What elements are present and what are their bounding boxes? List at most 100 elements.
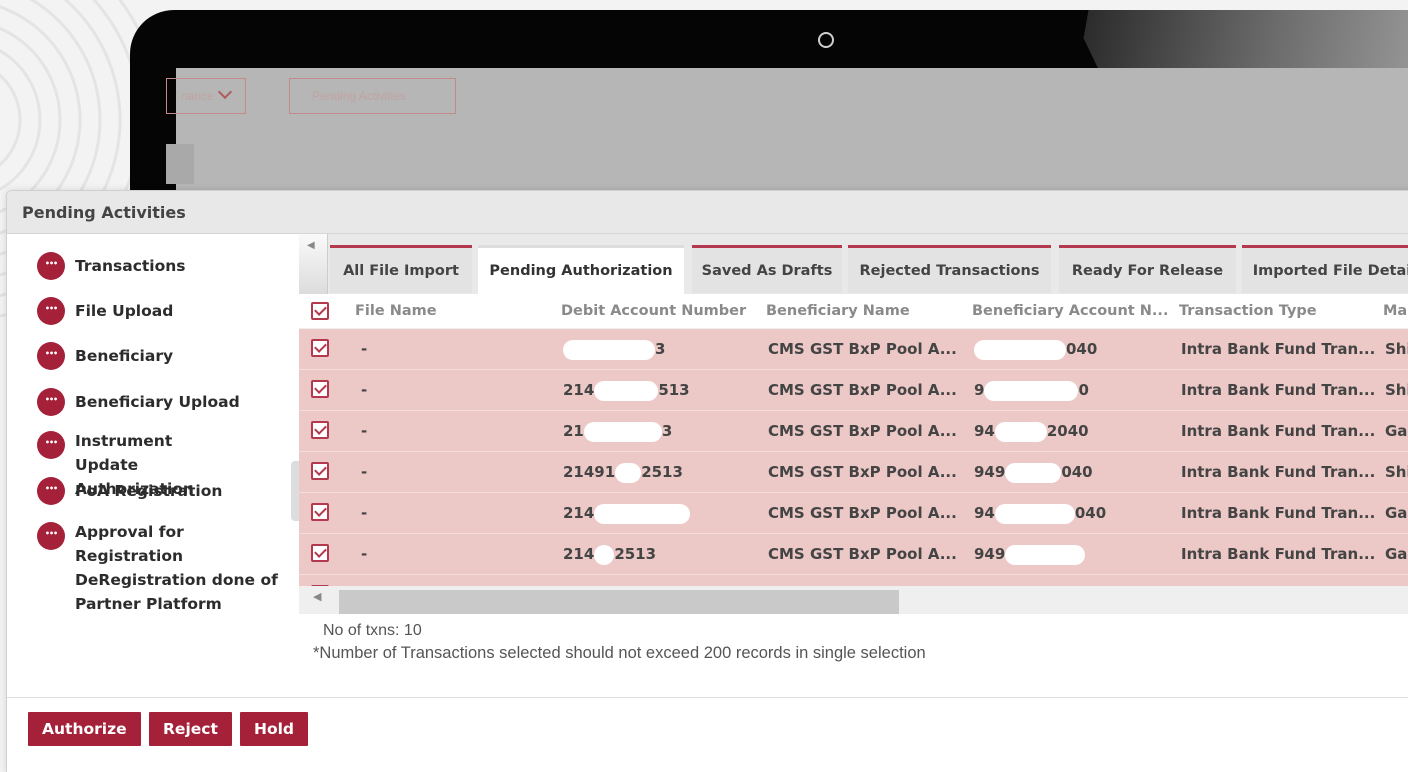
- transaction-type-cell: Intra Bank Fund Tran...: [1181, 545, 1376, 563]
- pending-activities-button[interactable]: Pending Activities: [289, 78, 456, 114]
- redaction-mask: [594, 380, 659, 401]
- beneficiary-account-cell: 949: [974, 534, 1086, 574]
- tab-rejected-transactions[interactable]: Rejected Transactions: [848, 245, 1051, 293]
- table-row[interactable]: - 214 2513 CMS GST BxP Pool A... 949 Intr…: [299, 534, 1408, 575]
- table-row[interactable]: - 21 3 CMS GST BxP Pool A... 94 2040 Intra…: [299, 411, 1408, 452]
- maker-cell: Shi: [1385, 381, 1408, 399]
- tab-pending-authorization[interactable]: Pending Authorization: [478, 245, 684, 294]
- action-bar: Authorize Reject Hold: [7, 697, 1408, 772]
- table-row[interactable]: - 3 CMS GST BxP Pool A... 040 Intra Bank…: [299, 329, 1408, 370]
- chevron-down-icon: [217, 84, 232, 100]
- chat-bubble-icon: [37, 431, 65, 459]
- transaction-type-cell: Intra Bank Fund Tran...: [1181, 463, 1376, 481]
- hold-button[interactable]: Hold: [240, 712, 309, 746]
- column-header[interactable]: Beneficiary Account N...: [972, 294, 1168, 328]
- chat-bubble-icon: [37, 297, 65, 325]
- select-all-checkbox[interactable]: [311, 302, 329, 320]
- reject-button[interactable]: Reject: [149, 712, 232, 746]
- camera-icon: [818, 32, 834, 48]
- beneficiary-account-prefix: 949: [974, 463, 1006, 481]
- modal-title: Pending Activities: [7, 191, 1408, 234]
- finance-menu-button[interactable]: nance: [166, 78, 246, 114]
- sidebar-item-transactions[interactable]: Transactions: [37, 252, 186, 280]
- sidebar-item-beneficiary-upload[interactable]: Beneficiary Upload: [37, 388, 240, 416]
- debit-account-suffix: 513: [658, 381, 690, 399]
- chat-bubble-icon: [37, 342, 65, 370]
- sidebar-item-label: Transactions: [75, 257, 186, 275]
- debit-account-prefix: 21: [563, 422, 584, 440]
- tabs-scroll-left-button[interactable]: ◀: [299, 234, 328, 294]
- tab-all-file-import[interactable]: All File Import: [330, 245, 472, 293]
- sidebar-item-poa-registration[interactable]: PoA Registration: [37, 477, 223, 505]
- beneficiary-account-prefix: 9: [974, 381, 985, 399]
- debit-account-cell: 21491 2513: [563, 452, 683, 492]
- column-header[interactable]: Mal: [1383, 294, 1408, 328]
- redaction-mask: [974, 339, 1066, 360]
- table-row[interactable]: - 214 CMS GST BxP Pool A... 94 040 Intra …: [299, 493, 1408, 534]
- beneficiary-name-cell: CMS GST BxP Pool A...: [768, 381, 957, 399]
- row-checkbox[interactable]: [311, 380, 329, 398]
- beneficiary-account-prefix: 949: [974, 545, 1006, 563]
- maker-cell: Shi: [1385, 340, 1408, 358]
- tab-saved-as-drafts[interactable]: Saved As Drafts: [692, 245, 842, 293]
- pending-activities-modal: Pending Activities Transactions File Upl…: [6, 190, 1408, 772]
- redaction-mask: [994, 421, 1047, 442]
- debit-account-prefix: 214: [563, 381, 595, 399]
- table-row[interactable]: - 214 513 CMS GST BxP Pool A... 90 Intra …: [299, 370, 1408, 411]
- redaction-mask: [1005, 462, 1062, 483]
- beneficiary-account-cell: 040: [974, 329, 1097, 369]
- debit-account-suffix: 3: [661, 422, 673, 440]
- debit-account-cell: 214 513: [563, 370, 690, 410]
- debit-account-suffix: 3: [655, 340, 666, 358]
- chat-bubble-icon: [37, 522, 65, 550]
- horizontal-scrollbar[interactable]: ◀: [299, 586, 1408, 614]
- column-header[interactable]: Beneficiary Name: [766, 294, 910, 328]
- debit-account-prefix: 214: [563, 504, 595, 522]
- file-name-cell: -: [361, 340, 368, 358]
- tab-imported-file-details[interactable]: Imported File Detai: [1242, 245, 1408, 293]
- scroll-left-icon[interactable]: ◀: [313, 590, 321, 603]
- table-row[interactable]: - 21491 2513 CMS GST BxP Pool A... 949 040…: [299, 452, 1408, 493]
- maker-cell: Ga: [1385, 504, 1408, 522]
- row-checkbox[interactable]: [311, 339, 329, 357]
- column-header[interactable]: Debit Account Number: [561, 294, 746, 328]
- file-name-cell: -: [361, 381, 368, 399]
- redaction-mask: [594, 503, 691, 524]
- debit-account-prefix: 21491: [563, 463, 616, 481]
- beneficiary-name-cell: CMS GST BxP Pool A...: [768, 422, 957, 440]
- row-checkbox[interactable]: [311, 462, 329, 480]
- sidebar: Transactions File Upload Beneficiary Ben…: [15, 234, 299, 697]
- tab-bar: ◀ All File Import Pending Authorization …: [299, 234, 1408, 294]
- sidebar-item-label: File Upload: [75, 302, 174, 320]
- debit-account-cell: 3: [563, 329, 665, 369]
- beneficiary-name-cell: CMS GST BxP Pool A...: [768, 463, 957, 481]
- column-header[interactable]: File Name: [355, 294, 437, 328]
- row-checkbox[interactable]: [311, 421, 329, 439]
- column-header[interactable]: Transaction Type: [1179, 294, 1317, 328]
- tab-ready-for-release[interactable]: Ready For Release: [1059, 245, 1236, 293]
- scrollbar-thumb[interactable]: [339, 590, 899, 614]
- maker-cell: Shi: [1385, 463, 1408, 481]
- maker-cell: Ga: [1385, 422, 1408, 440]
- sidebar-item-approval-registration[interactable]: Approval for Registration DeRegistration…: [37, 520, 287, 616]
- table-info: No of txns: 10 *Number of Transactions s…: [299, 614, 1408, 697]
- authorize-button[interactable]: Authorize: [28, 712, 141, 746]
- sidebar-item-file-upload[interactable]: File Upload: [37, 297, 174, 325]
- row-checkbox[interactable]: [311, 503, 329, 521]
- sidebar-item-beneficiary[interactable]: Beneficiary: [37, 342, 173, 370]
- sidebar-item-label: PoA Registration: [75, 482, 223, 500]
- finance-menu-label: nance: [181, 89, 214, 103]
- table-header: File Name Debit Account Number Beneficia…: [299, 294, 1408, 329]
- redaction-mask: [615, 462, 642, 483]
- beneficiary-account-cell: 90: [974, 370, 1089, 410]
- selection-limit-note: *Number of Transactions selected should …: [313, 644, 926, 662]
- beneficiary-account-cell: 94 040: [974, 493, 1106, 533]
- debit-account-suffix: 2513: [641, 463, 683, 481]
- background-tab: [166, 144, 194, 184]
- beneficiary-name-cell: CMS GST BxP Pool A...: [768, 504, 957, 522]
- row-checkbox[interactable]: [311, 544, 329, 562]
- beneficiary-account-suffix: 0: [1078, 381, 1089, 399]
- debit-account-cell: 21 3: [563, 411, 672, 451]
- chat-bubble-icon: [37, 252, 65, 280]
- beneficiary-account-cell: 94 2040: [974, 411, 1089, 451]
